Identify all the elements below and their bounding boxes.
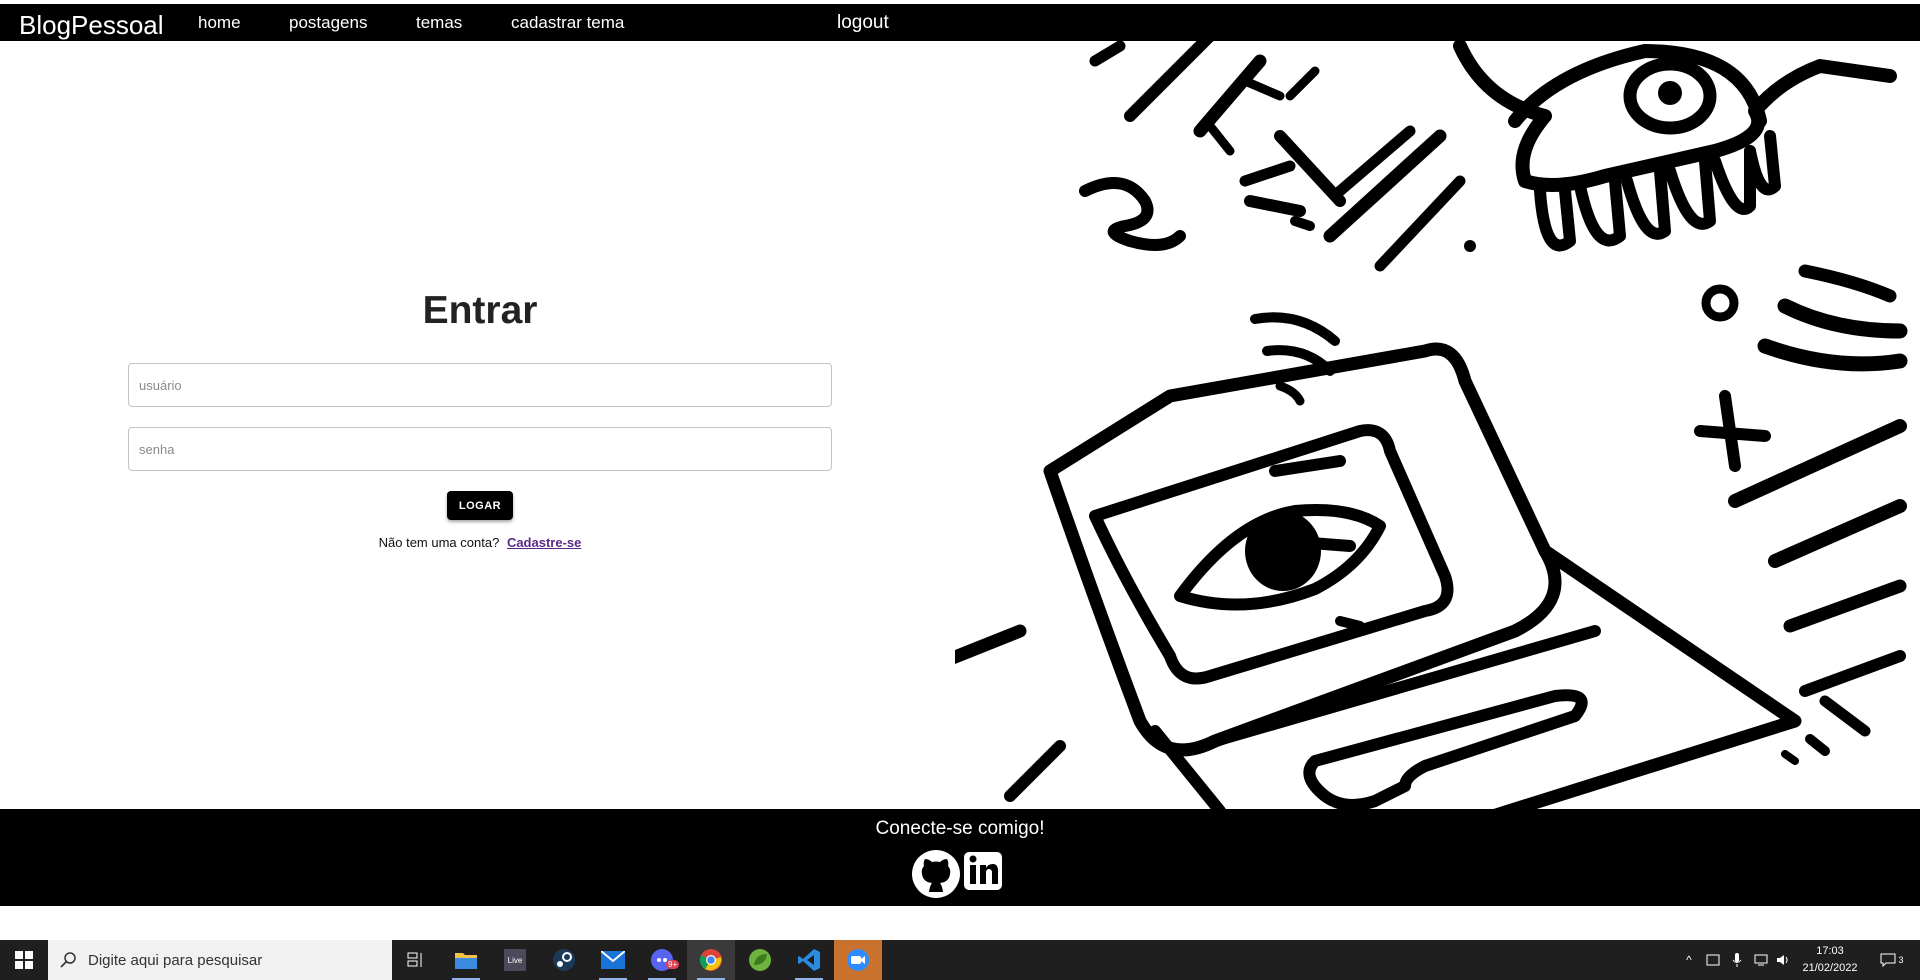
linkedin-icon[interactable] [963, 849, 1003, 899]
taskbar-clock[interactable]: 17:03 21/02/2022 [1790, 943, 1870, 977]
username-input[interactable] [128, 363, 832, 407]
signup-prompt: Não tem uma conta? Cadastre-se [0, 535, 960, 550]
clock-date: 21/02/2022 [1802, 962, 1858, 974]
notification-count: 3 [1898, 955, 1904, 965]
page-footer: Conecte-se comigo! [0, 809, 1920, 906]
brand-logo[interactable]: BlogPessoal [19, 10, 164, 41]
login-title: Entrar [422, 289, 538, 332]
hero-illustration [955, 41, 1920, 809]
taskbar-search-box[interactable]: Digite aqui para pesquisar [48, 940, 392, 980]
tray-meet-icon[interactable] [1702, 940, 1724, 980]
clock-time: 17:03 [1816, 945, 1844, 957]
zoom-icon[interactable] [834, 940, 882, 980]
windows-start-icon[interactable] [0, 940, 48, 980]
taskbar-search-placeholder: Digite aqui para pesquisar [88, 951, 263, 969]
nav-link-temas[interactable]: temas [416, 13, 462, 33]
login-button[interactable]: LOGAR [447, 491, 513, 520]
password-input[interactable] [128, 427, 832, 471]
main-content: Entrar LOGAR Não tem uma conta? Cadastre… [0, 41, 1920, 809]
tray-chevron-up-icon[interactable]: ^ [1678, 940, 1700, 980]
mail-icon[interactable] [589, 940, 637, 980]
no-account-text: Não tem uma conta? [378, 535, 500, 550]
discord-badge: 9+ [666, 960, 680, 969]
network-icon[interactable] [1750, 940, 1772, 980]
nav-link-postagens[interactable]: postagens [289, 13, 367, 33]
connect-heading: Conecte-se comigo! [875, 818, 1045, 839]
chrome-icon[interactable] [687, 940, 735, 980]
signup-link[interactable]: Cadastre-se [507, 535, 581, 550]
notification-center-icon[interactable]: 3 [1872, 940, 1912, 980]
windows-taskbar: Digite aqui para pesquisar Live 9+ ^ 17:… [0, 940, 1920, 980]
nav-link-logout[interactable]: logout [837, 12, 889, 34]
file-explorer-icon[interactable] [442, 940, 490, 980]
discord-icon[interactable]: 9+ [638, 940, 686, 980]
vscode-icon[interactable] [785, 940, 833, 980]
search-icon [60, 952, 76, 968]
spring-icon[interactable] [736, 940, 784, 980]
live-icon[interactable]: Live [491, 940, 539, 980]
top-navbar: BlogPessoal home postagens temas cadastr… [0, 0, 1920, 41]
nav-link-home[interactable]: home [198, 13, 241, 33]
github-icon[interactable] [911, 849, 961, 899]
microphone-icon[interactable] [1726, 940, 1748, 980]
laptop-eye-illustration [955, 41, 1908, 809]
steam-icon[interactable] [540, 940, 588, 980]
nav-link-cadastrar-tema[interactable]: cadastrar tema [511, 13, 624, 33]
login-panel: Entrar LOGAR Não tem uma conta? Cadastre… [0, 41, 960, 809]
live-label: Live [504, 949, 526, 971]
task-view-icon[interactable] [392, 940, 440, 980]
